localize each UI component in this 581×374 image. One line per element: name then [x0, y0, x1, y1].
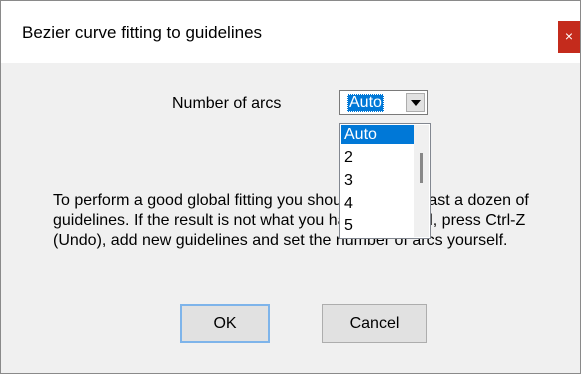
option-2[interactable]: 2: [341, 148, 414, 167]
option-4[interactable]: 4: [341, 194, 414, 213]
fitting-instructions: To perform a good global fitting you sho…: [53, 192, 529, 249]
cancel-button[interactable]: Cancel: [322, 304, 427, 343]
close-icon: ×: [564, 28, 574, 44]
combobox-selected-value: Auto: [347, 94, 384, 112]
number-of-arcs-label: Number of arcs: [172, 95, 282, 112]
number-of-arcs-dropdown: Auto 2 3 4 5: [339, 123, 431, 239]
number-of-arcs-combobox[interactable]: Auto: [339, 90, 428, 115]
chevron-down-icon[interactable]: [406, 93, 425, 112]
dialog-window: Bezier curve fitting to guidelines × Num…: [0, 0, 581, 374]
ok-button[interactable]: OK: [180, 304, 270, 343]
dialog-title: Bezier curve fitting to guidelines: [22, 23, 263, 42]
option-auto[interactable]: Auto: [341, 125, 414, 144]
option-3[interactable]: 3: [341, 171, 414, 190]
scrollbar-thumb[interactable]: [420, 153, 423, 183]
option-5[interactable]: 5: [341, 216, 414, 235]
title-bar: Bezier curve fitting to guidelines ×: [1, 1, 580, 63]
dropdown-scrollbar[interactable]: [414, 125, 429, 237]
close-button[interactable]: ×: [558, 21, 580, 53]
